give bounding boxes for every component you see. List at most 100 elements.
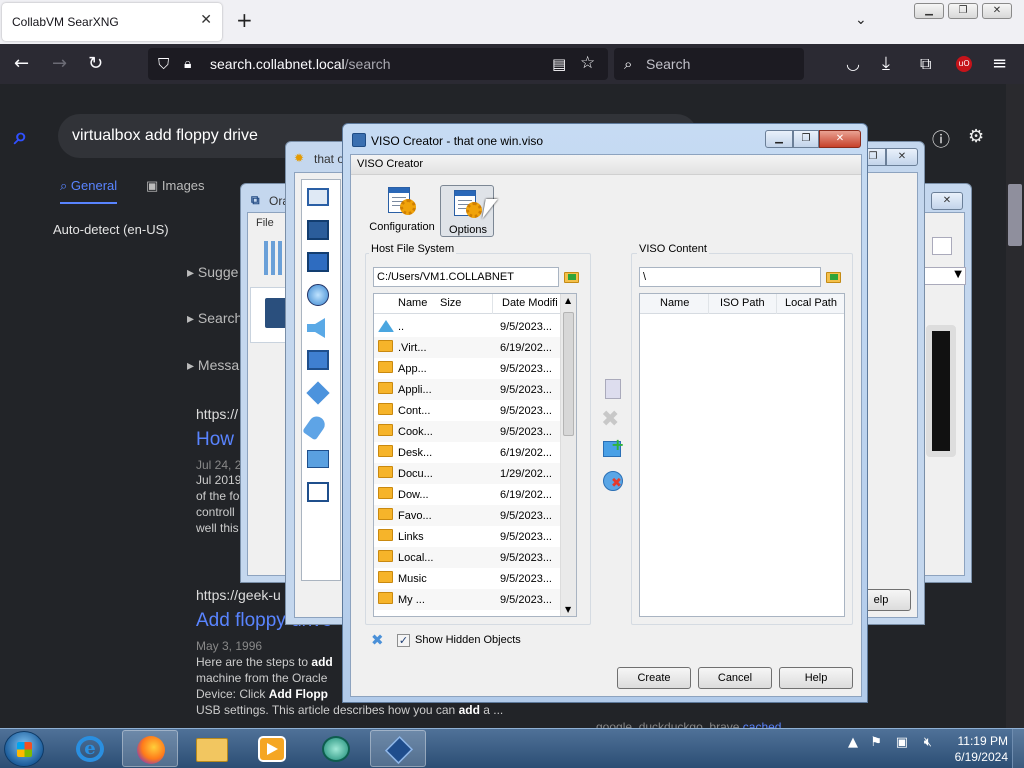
- search-toggle[interactable]: ▸ Search: [187, 310, 242, 327]
- add-to-viso-icon[interactable]: [601, 377, 625, 401]
- column-size[interactable]: Size: [440, 297, 461, 309]
- page-scrollbar[interactable]: [1006, 84, 1024, 728]
- lock-icon[interactable]: 🔒︎: [184, 54, 191, 74]
- result-url[interactable]: https://geek-u: [196, 587, 281, 603]
- extensions-icon[interactable]: ⧉: [920, 54, 931, 74]
- cancel-button[interactable]: Cancel: [698, 667, 772, 689]
- column-name[interactable]: Name: [398, 297, 427, 309]
- show-hidden-checkbox[interactable]: ✓: [397, 634, 410, 647]
- configuration-button[interactable]: Configuration: [369, 183, 435, 235]
- host-folder-open-icon[interactable]: [563, 269, 581, 285]
- volume-muted-icon[interactable]: 🔇︎: [924, 735, 932, 750]
- firefox-taskbar-button[interactable]: [122, 730, 178, 767]
- host-file-row[interactable]: Cont... 9/5/2023...: [374, 400, 562, 421]
- viso-folder-open-icon[interactable]: [825, 269, 843, 285]
- language-selector[interactable]: Auto-detect (en-US): [53, 222, 169, 237]
- virtualbox-taskbar-button[interactable]: [370, 730, 426, 767]
- network-icon[interactable]: [307, 350, 329, 370]
- download-icon[interactable]: ⤓: [882, 54, 890, 74]
- close-tab-icon[interactable]: ✕: [200, 12, 212, 28]
- usb-icon[interactable]: [302, 413, 328, 441]
- host-file-row[interactable]: Local... 9/5/2023...: [374, 547, 562, 568]
- user-interface-icon[interactable]: [307, 482, 329, 502]
- column-local-path[interactable]: Local Path: [785, 297, 837, 309]
- start-button[interactable]: [4, 731, 44, 767]
- reader-view-icon[interactable]: ▤: [552, 54, 566, 74]
- result-title[interactable]: How: [196, 429, 234, 451]
- shield-icon[interactable]: ⛉: [158, 54, 169, 74]
- dropdown[interactable]: ▼: [920, 267, 966, 285]
- host-file-row[interactable]: Links 9/5/2023...: [374, 526, 562, 547]
- close-button[interactable]: ✕: [982, 3, 1012, 19]
- browser-tab[interactable]: CollabVM SearXNG ✕: [2, 3, 222, 41]
- host-file-row[interactable]: Docu... 1/29/202...: [374, 463, 562, 484]
- maximize-button[interactable]: ❐: [793, 130, 819, 148]
- scroll-up-icon[interactable]: ▲: [565, 296, 571, 305]
- media-player-icon[interactable]: [244, 730, 300, 767]
- system-clock[interactable]: 11:19 PM 6/19/2024: [938, 733, 1008, 765]
- reload-icon[interactable]: ↻: [88, 54, 103, 74]
- host-file-row[interactable]: App... 9/5/2023...: [374, 358, 562, 379]
- create-button[interactable]: Create: [617, 667, 691, 689]
- gear-icon[interactable]: ⚙: [968, 126, 984, 147]
- column-name[interactable]: Name: [660, 297, 689, 309]
- host-file-row[interactable]: .. 9/5/2023...: [374, 316, 562, 337]
- back-arrow-icon[interactable]: ←: [14, 54, 29, 74]
- system-icon[interactable]: [307, 220, 329, 240]
- host-file-row[interactable]: Desk... 6/19/202...: [374, 442, 562, 463]
- create-directory-icon[interactable]: +: [601, 437, 625, 461]
- chevron-down-icon[interactable]: ⌄: [855, 12, 867, 28]
- suggestions-toggle[interactable]: ▸ Sugge: [187, 264, 238, 281]
- new-tab-icon[interactable]: +: [236, 10, 253, 30]
- searxng-logo-icon[interactable]: ⌕: [14, 122, 27, 150]
- host-file-list[interactable]: Name Size Date Modifi .. 9/5/2023... .Virt…: [373, 293, 577, 617]
- forward-arrow-icon[interactable]: →: [52, 54, 67, 74]
- flag-icon[interactable]: ⚑: [870, 735, 882, 750]
- internet-explorer-icon[interactable]: e: [62, 730, 118, 767]
- url-bar[interactable]: ⛉ 🔒︎ search.collabnet.local/search ▤ ☆: [148, 48, 608, 80]
- messages-toggle[interactable]: ▸ Messa: [187, 357, 239, 374]
- show-desktop-button[interactable]: [1012, 729, 1024, 768]
- viso-creator-menu[interactable]: VISO Creator: [357, 158, 423, 170]
- search-bar[interactable]: ⌕ Search: [614, 48, 804, 80]
- pocket-icon[interactable]: ◡: [846, 54, 860, 74]
- host-file-row[interactable]: Favo... 9/5/2023...: [374, 505, 562, 526]
- app-icon[interactable]: [308, 730, 364, 767]
- tools-icon[interactable]: [264, 241, 286, 275]
- close-button[interactable]: ✕: [819, 130, 861, 148]
- host-file-row[interactable]: Dow... 6/19/202...: [374, 484, 562, 505]
- maximize-button[interactable]: ❐: [948, 3, 978, 19]
- file-menu[interactable]: File: [256, 217, 274, 229]
- column-date-modified[interactable]: Date Modifi: [502, 297, 558, 309]
- serial-ports-icon[interactable]: [306, 381, 330, 405]
- scroll-down-icon[interactable]: ▼: [565, 605, 571, 614]
- close-button[interactable]: ✕: [931, 192, 963, 210]
- minimize-button[interactable]: ▁: [914, 3, 944, 19]
- host-file-row[interactable]: Appli... 9/5/2023...: [374, 379, 562, 400]
- show-hidden-icons[interactable]: ▲: [848, 735, 858, 750]
- help-button[interactable]: Help: [779, 667, 853, 689]
- tab-general[interactable]: ⌕ General: [60, 178, 118, 204]
- host-list-scroll-thumb[interactable]: [563, 312, 574, 436]
- clear-icon[interactable]: ✖: [601, 469, 625, 493]
- display-icon[interactable]: [307, 252, 329, 272]
- host-file-row[interactable]: Cook... 9/5/2023...: [374, 421, 562, 442]
- explorer-icon[interactable]: [184, 730, 240, 767]
- viso-content-list[interactable]: Name ISO Path Local Path: [639, 293, 845, 617]
- host-file-row[interactable]: My ... 9/5/2023...: [374, 589, 562, 610]
- result-url[interactable]: https://: [196, 406, 238, 422]
- clear-filter-icon[interactable]: ✖: [371, 631, 384, 649]
- column-iso-path[interactable]: ISO Path: [720, 297, 765, 309]
- settings-category-list[interactable]: [301, 179, 341, 581]
- host-file-row[interactable]: Music 9/5/2023...: [374, 568, 562, 589]
- tab-images[interactable]: ▣ Images: [146, 178, 205, 194]
- audio-icon[interactable]: [307, 318, 325, 338]
- minimize-button[interactable]: ▁: [765, 130, 793, 148]
- viso-creator-dialog[interactable]: VISO Creator - that one win.viso ▁ ❐ ✕ V…: [342, 123, 868, 703]
- network-icon[interactable]: ▣: [896, 735, 908, 750]
- ublock-icon[interactable]: uO: [956, 56, 972, 72]
- host-file-row[interactable]: .Virt... 6/19/202...: [374, 337, 562, 358]
- storage-icon[interactable]: [307, 284, 329, 306]
- general-icon[interactable]: [307, 188, 329, 206]
- close-button[interactable]: ✕: [886, 148, 918, 166]
